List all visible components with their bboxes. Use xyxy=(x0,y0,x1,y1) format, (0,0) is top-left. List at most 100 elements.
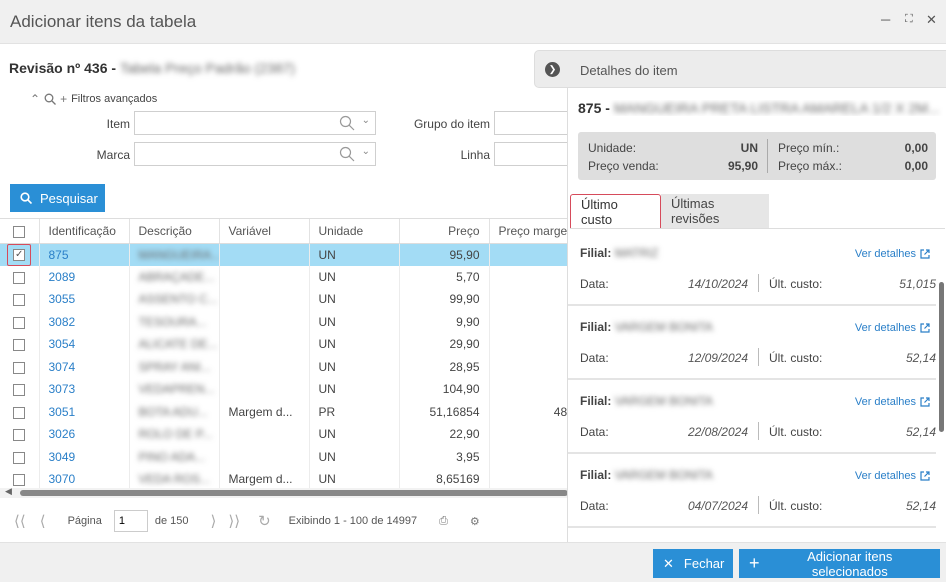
view-details-text: Ver detalhes xyxy=(854,248,916,260)
page-number-input[interactable] xyxy=(113,510,148,532)
table-row[interactable]: 3070 VEDA ROS... Margem d...UN8,651698,19 xyxy=(0,468,568,488)
chevron-down-icon[interactable]: ⌄ xyxy=(362,146,370,157)
column-header-id[interactable]: Identificação xyxy=(39,219,130,244)
cell-id[interactable]: 3054 xyxy=(39,333,130,356)
last-cost-value: 52,14 xyxy=(905,425,936,439)
max-price-value: 0,00 xyxy=(904,159,928,173)
scrollbar-thumb[interactable] xyxy=(20,490,568,496)
cell-id[interactable]: 3082 xyxy=(39,310,130,333)
row-checkbox[interactable] xyxy=(0,468,40,488)
row-checkbox[interactable] xyxy=(0,355,40,378)
next-page-icon[interactable]: ⟩ xyxy=(211,512,217,530)
last-cost-value: 52,14 xyxy=(905,499,936,513)
close-icon[interactable]: ✕ xyxy=(926,12,937,28)
table-row[interactable]: 3054 ALICATE DE... UN29,900 xyxy=(0,333,568,356)
table-row[interactable]: 3026 ROLO DE P... UN22,900 xyxy=(0,423,568,446)
price-table-name: Tabela Preço Padrão (2387) xyxy=(119,60,296,76)
first-page-icon[interactable]: ⟨⟨ xyxy=(14,512,26,530)
maximize-icon[interactable]: ⛶ xyxy=(905,13,913,26)
view-details-link[interactable]: Ver detalhes xyxy=(855,248,930,260)
filial-label-text: Filial: xyxy=(580,394,612,408)
table-row[interactable]: 3051 BOTA ADU... Margem d...PR51,1685448,4… xyxy=(0,400,568,423)
cell-margin-price: 0 xyxy=(489,333,568,356)
cell-id[interactable]: 3074 xyxy=(39,355,130,378)
tab-last-revisions[interactable]: Últimas revisões xyxy=(661,194,769,228)
row-checkbox[interactable] xyxy=(0,333,40,356)
row-checkbox[interactable] xyxy=(0,378,40,401)
cell-id[interactable]: 3049 xyxy=(39,445,130,468)
external-link-icon xyxy=(920,471,930,481)
unit-label: Unidade: xyxy=(588,141,637,155)
scroll-left-icon[interactable]: ◀ xyxy=(5,486,12,497)
row-checkbox[interactable] xyxy=(0,288,40,311)
line-input[interactable] xyxy=(494,142,568,166)
column-header-margin-price[interactable]: Preço margem xyxy=(489,219,568,244)
table-row[interactable]: ✓875 MANGUEIRA... UN95,900 xyxy=(0,243,568,266)
cell-price: 28,95 xyxy=(399,355,490,378)
search-icon[interactable] xyxy=(339,146,355,162)
table-row[interactable]: 3073 VEDAPREN... UN104,900 xyxy=(0,378,568,401)
group-input[interactable] xyxy=(494,111,568,135)
details-header[interactable]: ❯ Detalhes do item xyxy=(534,50,946,88)
row-checkbox[interactable]: ✓ xyxy=(0,243,40,266)
prev-page-icon[interactable]: ⟨ xyxy=(40,512,46,530)
vertical-scrollbar[interactable] xyxy=(939,282,944,432)
cost-card: Filial: VARGEM BONITA Ver detalhes Data: 04… xyxy=(568,454,936,528)
column-header-unit[interactable]: Unidade xyxy=(309,219,400,244)
cell-description: ROLO DE P... xyxy=(129,423,220,446)
column-header-price[interactable]: Preço xyxy=(399,219,490,244)
brand-input[interactable]: ⌄ xyxy=(134,142,376,166)
cell-id[interactable]: 3055 xyxy=(39,288,130,311)
advanced-filters-toggle[interactable]: ⌃ + Filtros avançados xyxy=(30,92,157,106)
cell-margin-price: 0 xyxy=(489,243,568,266)
row-checkbox[interactable] xyxy=(0,400,40,423)
description-text: PINO ADA... xyxy=(138,449,206,464)
view-details-link[interactable]: Ver detalhes xyxy=(855,322,930,334)
cell-price: 29,90 xyxy=(399,333,490,356)
cell-variable: Margem d... xyxy=(219,468,310,488)
cell-price: 51,16854 xyxy=(399,400,490,423)
table-row[interactable]: 2089 ABRAÇADE... UN5,700 xyxy=(0,265,568,288)
cell-id[interactable]: 3051 xyxy=(39,400,130,423)
row-checkbox[interactable] xyxy=(0,445,40,468)
line-label: Linha xyxy=(460,148,490,162)
settings-icon[interactable]: ⚙ xyxy=(470,515,480,528)
cost-cards-list: Filial: MATRIZ Ver detalhes Data: 14/10/202… xyxy=(568,232,946,542)
select-all-checkbox[interactable] xyxy=(0,219,40,244)
last-page-icon[interactable]: ⟩⟩ xyxy=(228,512,240,530)
cell-id[interactable]: 2089 xyxy=(39,265,130,288)
refresh-icon[interactable]: ↻ xyxy=(258,512,271,530)
horizontal-scrollbar[interactable]: ◀ xyxy=(0,486,568,498)
date-value: 12/09/2024 xyxy=(687,351,748,365)
cell-id[interactable]: 3070 xyxy=(39,468,130,488)
cell-id[interactable]: 3026 xyxy=(39,423,130,446)
cell-id[interactable]: 3073 xyxy=(39,378,130,401)
print-icon[interactable]: ⎙ xyxy=(439,515,448,528)
table-row[interactable]: 3055 ASSENTO C... UN99,900 xyxy=(0,288,568,311)
cell-description: ABRAÇADE... xyxy=(129,265,220,288)
table-row[interactable]: 3049 PINO ADA... UN3,950 xyxy=(0,445,568,468)
row-checkbox[interactable] xyxy=(0,265,40,288)
close-button[interactable]: ✕ Fechar xyxy=(653,549,733,578)
column-header-variable[interactable]: Variável xyxy=(219,219,310,244)
card-divider xyxy=(758,422,759,440)
minimize-icon[interactable]: ─ xyxy=(881,12,890,27)
add-selected-button[interactable]: + Adicionar itens selecionados xyxy=(739,549,940,579)
tab-last-cost[interactable]: Último custo xyxy=(570,194,661,228)
search-icon[interactable] xyxy=(339,115,355,131)
item-input[interactable]: ⌄ xyxy=(134,111,376,135)
view-details-link[interactable]: Ver detalhes xyxy=(855,470,930,482)
column-header-description[interactable]: Descrição xyxy=(129,219,220,244)
cell-variable xyxy=(219,243,310,266)
row-checkbox[interactable] xyxy=(0,310,40,333)
table-row[interactable]: 3082 TESOURA... UN9,900 xyxy=(0,310,568,333)
view-details-link[interactable]: Ver detalhes xyxy=(855,396,930,408)
description-text: ABRAÇADE... xyxy=(138,269,215,284)
cell-id[interactable]: 875 xyxy=(39,243,130,266)
cost-card: Filial: VARGEM BONITA Ver detalhes Data: 12… xyxy=(568,306,936,380)
row-checkbox[interactable] xyxy=(0,423,40,446)
chevron-down-icon[interactable]: ⌄ xyxy=(362,115,370,126)
table-row[interactable]: 3074 SPRAY ANI... UN28,950 xyxy=(0,355,568,378)
search-button[interactable]: Pesquisar xyxy=(10,184,105,212)
collapse-panel-icon[interactable]: ❯ xyxy=(545,62,560,77)
